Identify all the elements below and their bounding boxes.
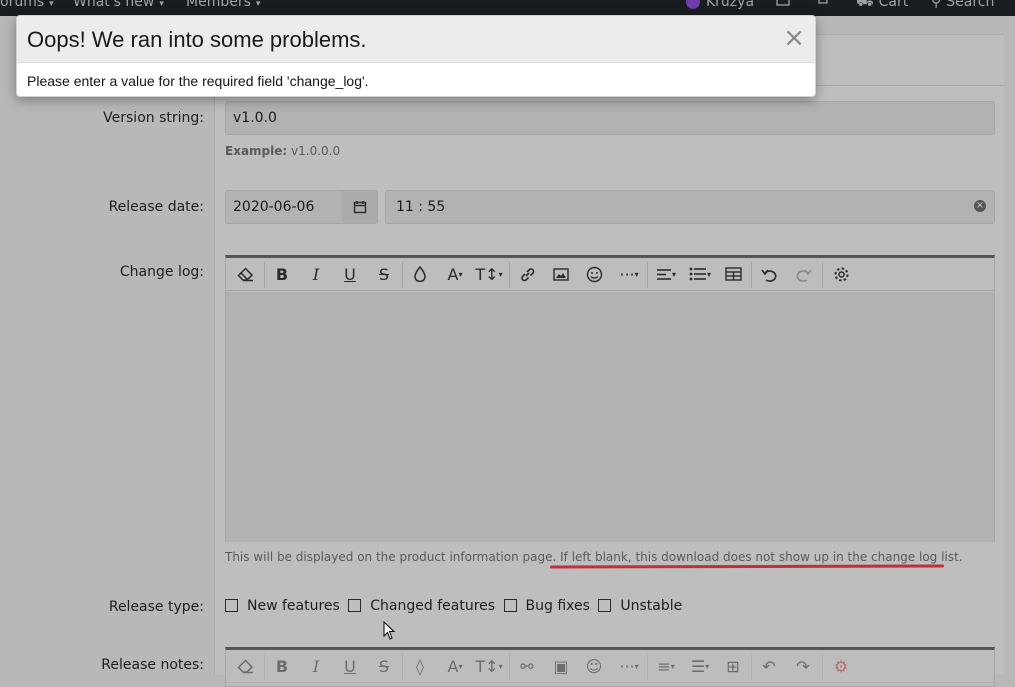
release-notes-label: Release notes: [101, 657, 204, 673]
checkbox-box[interactable] [348, 599, 362, 612]
eraser-icon[interactable] [234, 655, 256, 677]
release-date-label: Release date: [108, 199, 204, 215]
bell-icon[interactable] [816, 0, 830, 8]
release-type-label: Release type: [108, 599, 204, 615]
clear-time-icon[interactable]: × [974, 200, 986, 212]
underline-icon[interactable]: U [339, 263, 361, 285]
version-string-label: Version string: [103, 110, 204, 126]
align-icon[interactable]: ▾ [652, 263, 680, 285]
undo-icon[interactable] [758, 263, 780, 285]
font-family-icon[interactable]: A ▾ [442, 263, 468, 285]
change-log-editor: B I U S A ▾ T↕ ▾ ··· ▾ ▾ ▾ [225, 255, 995, 542]
error-dialog: Oops! We ran into some problems. × Pleas… [16, 15, 816, 97]
checkbox-box[interactable] [503, 599, 517, 612]
change-log-hint-highlight: If left blank, this download does not sh… [560, 550, 963, 564]
list-icon[interactable]: ☰ ▾ [685, 655, 715, 677]
undo-icon[interactable]: ↶ [758, 655, 780, 677]
nav-user[interactable]: Kruzya [686, 0, 754, 10]
release-notes-toolbar: B I U S ◊ A ▾ T↕ ▾ ⚯ ▣ ☺ ··· ▾ ≡ ▾ ☰ ▾ ⊞ ↶ ↷ … [226, 650, 994, 683]
inbox-icon[interactable] [776, 0, 790, 8]
version-hint: Example: v1.0.0.0 [225, 144, 341, 158]
font-size-icon[interactable]: T↕ ▾ [474, 655, 504, 677]
error-dialog-header: Oops! We ran into some problems. × [17, 16, 815, 63]
top-navigation: orums ▾ What's new ▾ Members ▾ Kruzya ⛟ Cart… [0, 0, 1015, 16]
change-log-hint: This will be displayed on the product in… [225, 550, 963, 564]
checkbox-bug-fixes[interactable]: Bug fixes [503, 598, 590, 614]
settings-icon[interactable]: ⚙ [830, 655, 852, 677]
underline-icon[interactable]: U [339, 655, 361, 677]
nav-members[interactable]: Members ▾ [186, 0, 260, 10]
search-link[interactable]: ⚲ Search [931, 0, 994, 10]
cart-link[interactable]: ⛟ Cart [856, 0, 908, 12]
align-icon[interactable]: ≡ ▾ [652, 655, 680, 677]
font-family-icon[interactable]: A ▾ [442, 655, 468, 677]
bold-icon[interactable]: B [272, 655, 292, 677]
close-icon[interactable]: × [783, 25, 805, 51]
search-icon: ⚲ [931, 0, 942, 10]
calendar-icon [353, 201, 366, 214]
checkbox-changed-features[interactable]: Changed features [348, 598, 495, 614]
smiley-icon[interactable] [583, 263, 605, 285]
checkbox-box[interactable] [598, 599, 612, 612]
redo-icon[interactable] [792, 263, 814, 285]
italic-icon[interactable]: I [306, 655, 326, 677]
release-time-input[interactable]: 11 : 55 [385, 190, 995, 224]
smiley-icon[interactable]: ☺ [583, 655, 605, 677]
redo-icon[interactable]: ↷ [792, 655, 814, 677]
release-notes-editor: B I U S ◊ A ▾ T↕ ▾ ⚯ ▣ ☺ ··· ▾ ≡ ▾ ☰ ▾ ⊞ ↶ ↷ … [225, 647, 995, 687]
mouse-cursor-icon [383, 621, 396, 640]
link-icon[interactable]: ⚯ [516, 655, 538, 677]
change-log-label: Change log: [119, 264, 204, 280]
calendar-button[interactable] [342, 190, 378, 224]
checkbox-new-features[interactable]: New features [225, 598, 340, 614]
release-date-input[interactable]: 2020-06-06 [225, 190, 343, 224]
nav-forums[interactable]: orums ▾ [0, 0, 54, 10]
cart-icon: ⛟ [856, 0, 874, 10]
list-icon[interactable]: ▾ [685, 263, 715, 285]
table-icon[interactable]: ⊞ [722, 655, 744, 677]
bold-icon[interactable]: B [272, 263, 292, 285]
font-size-icon[interactable]: T↕ ▾ [474, 263, 504, 285]
change-log-textarea[interactable] [226, 292, 994, 542]
image-icon[interactable] [550, 263, 572, 285]
table-icon[interactable] [722, 263, 744, 285]
release-type-options: New features Changed features Bug fixes … [225, 598, 686, 614]
more-icon[interactable]: ··· ▾ [615, 263, 643, 285]
italic-icon[interactable]: I [306, 263, 326, 285]
more-icon[interactable]: ··· ▾ [615, 655, 643, 677]
strike-icon[interactable]: S [373, 655, 395, 677]
version-string-input[interactable]: v1.0.0 [225, 101, 995, 135]
image-icon[interactable]: ▣ [550, 655, 572, 677]
error-dialog-title: Oops! We ran into some problems. [27, 27, 367, 52]
color-icon[interactable] [410, 263, 430, 285]
color-icon[interactable]: ◊ [410, 655, 430, 677]
change-log-toolbar: B I U S A ▾ T↕ ▾ ··· ▾ ▾ ▾ [226, 258, 994, 291]
avatar [686, 0, 700, 9]
strike-icon[interactable]: S [373, 263, 395, 285]
error-message: Please enter a value for the required fi… [27, 73, 369, 89]
settings-icon[interactable] [830, 263, 852, 285]
checkbox-unstable[interactable]: Unstable [598, 598, 682, 614]
link-icon[interactable] [516, 263, 538, 285]
nav-whats-new[interactable]: What's new ▾ [73, 0, 164, 10]
checkbox-box[interactable] [225, 599, 238, 612]
eraser-icon[interactable] [234, 263, 256, 285]
